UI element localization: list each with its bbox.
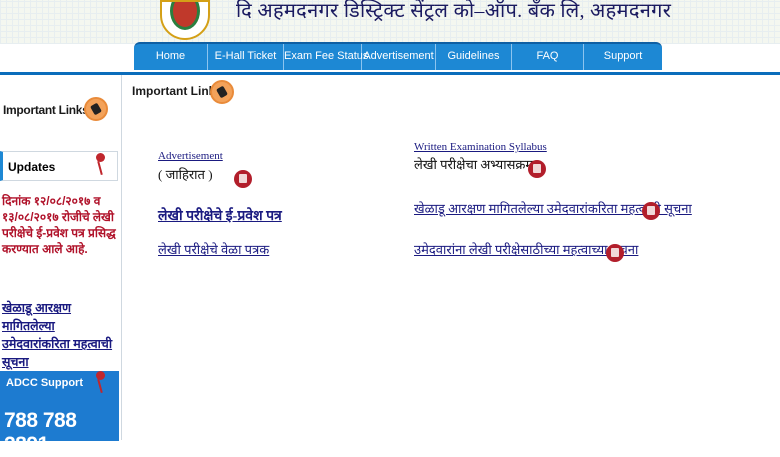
pdf-icon[interactable] — [528, 160, 546, 178]
pdf-icon[interactable] — [642, 202, 660, 220]
bank-logo — [160, 0, 210, 40]
important-links-icon — [210, 80, 234, 104]
nav-home[interactable]: Home — [134, 44, 208, 70]
pin-icon — [94, 153, 106, 177]
adcc-support-box: ADCC Support 788 788 2891 — [0, 371, 119, 456]
main-navigation: Home E-Hall Ticket Exam Fee Status Adver… — [134, 42, 662, 70]
pdf-icon[interactable] — [234, 170, 252, 188]
syllabus-link[interactable]: Written Examination Syllabus — [414, 141, 547, 153]
nav-support[interactable]: Support — [584, 44, 662, 70]
pin-icon — [94, 371, 106, 395]
sidebar-sports-reservation-link[interactable]: खेळाडू आरक्षण मागितलेल्या उमेदवारांकरिता… — [2, 299, 120, 371]
exam-timetable-link[interactable]: लेखी परीक्षेचे वेळा पत्रक — [158, 240, 269, 258]
sidebar: Important Links Updates दिनांक १२/०८/२०१… — [0, 75, 122, 456]
adcc-support-label: ADCC Support — [6, 377, 83, 389]
nav-guidelines[interactable]: Guidelines — [436, 44, 512, 70]
syllabus-note: लेखी परीक्षेचा अभ्यासक्रम — [414, 157, 534, 172]
pdf-icon[interactable] — [606, 244, 624, 262]
updates-label: Updates — [8, 160, 56, 174]
page-title: Important Links — [132, 84, 223, 98]
bank-name-title: दि अहमदनगर डिस्ट्रिक्ट सेंट्रल को–ऑप. बँ… — [236, 0, 672, 22]
e-admit-card-link[interactable]: लेखी परीक्षेचे ई-प्रवेश पत्र — [158, 206, 282, 225]
nav-advertisement[interactable]: Advertisement — [362, 44, 436, 70]
exam-notice-text: दिनांक १२/०८/२०१७ व १३/०८/२०१७ रोजीचे ले… — [2, 194, 116, 256]
nav-e-hall-ticket[interactable]: E-Hall Ticket — [208, 44, 284, 70]
nav-exam-fee-status[interactable]: Exam Fee Status — [284, 44, 368, 70]
sidebar-important-links-heading: Important Links — [3, 103, 89, 117]
advertisement-note: ( जाहिरात ) — [158, 167, 213, 182]
nav-faq[interactable]: FAQ — [512, 44, 584, 70]
advertisement-link[interactable]: Advertisement — [158, 150, 223, 162]
candidate-instructions-link[interactable]: उमेदवारांना लेखी परीक्षेसाठीच्या महत्वाच… — [414, 240, 638, 258]
important-links-icon — [84, 97, 108, 121]
site-header: दि अहमदनगर डिस्ट्रिक्ट सेंट्रल को–ऑप. बँ… — [0, 0, 780, 44]
adcc-support-phone: 788 788 2891 — [4, 409, 77, 456]
